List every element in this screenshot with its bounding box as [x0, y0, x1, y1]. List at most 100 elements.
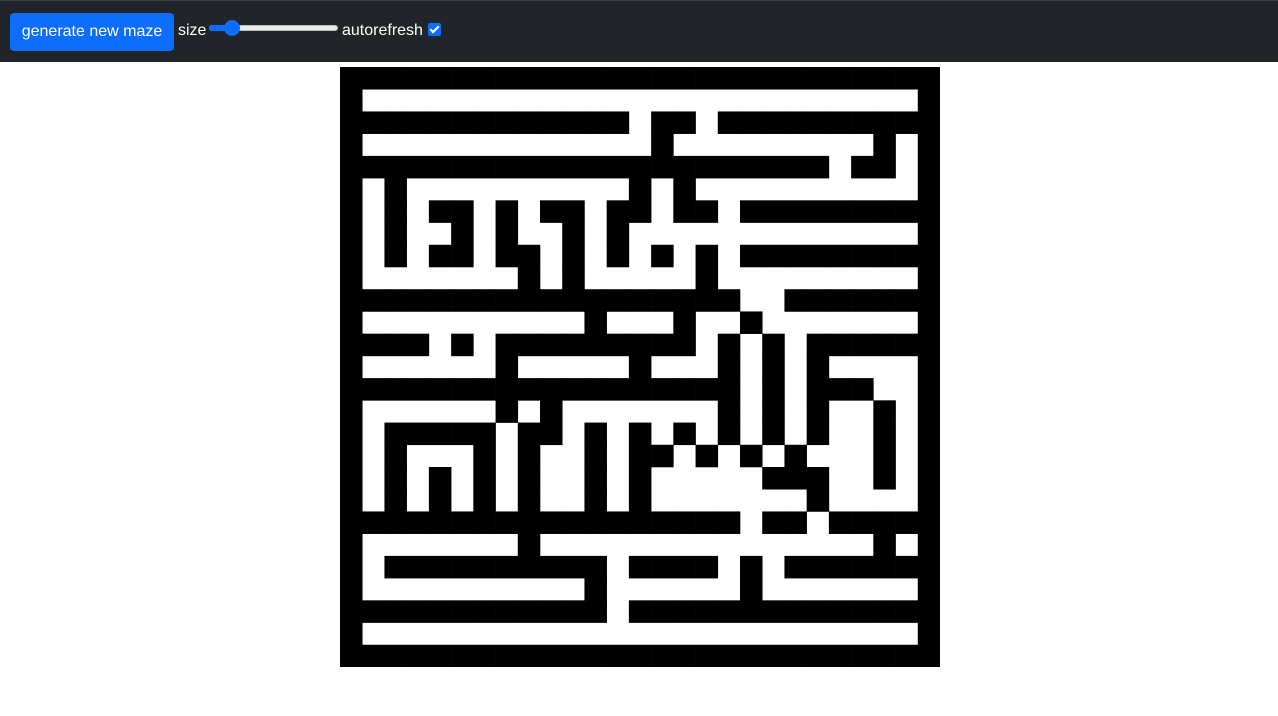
maze-wall-cell: [695, 244, 719, 268]
maze-wall-cell: [606, 289, 630, 312]
maze-wall-cell: [917, 311, 940, 334]
maze-wall-cell: [917, 355, 940, 379]
maze-wall-cell: [406, 67, 430, 90]
maze-wall-cell: [717, 67, 741, 90]
autorefresh-checkbox[interactable]: [428, 23, 441, 36]
maze-wall-cell: [762, 422, 785, 446]
maze-wall-cell: [473, 511, 496, 534]
maze-wall-cell: [517, 511, 541, 534]
maze-wall-cell: [762, 333, 785, 357]
maze-wall-cell: [762, 600, 785, 623]
maze-wall-cell: [384, 111, 407, 134]
maze-wall-cell: [917, 133, 940, 157]
maze-wall-cell: [895, 200, 919, 223]
maze-wall-cell: [628, 355, 652, 379]
maze-wall-cell: [828, 600, 852, 623]
maze-wall-cell: [340, 111, 363, 134]
maze-wall-cell: [873, 133, 896, 157]
maze-wall-cell: [628, 555, 652, 579]
maze-wall-cell: [495, 200, 519, 223]
maze-wall-cell: [740, 111, 763, 134]
maze-wall-cell: [651, 644, 674, 667]
maze-wall-cell: [651, 378, 674, 401]
maze-wall-cell: [495, 355, 519, 379]
maze-wall-cell: [651, 155, 674, 179]
maze-wall-cell: [406, 600, 430, 623]
maze-wall-cell: [584, 333, 607, 357]
maze-wall-cell: [784, 111, 807, 134]
maze-wall-cell: [917, 333, 940, 357]
maze-wall-cell: [562, 155, 585, 179]
maze-wall-cell: [917, 578, 940, 601]
maze-wall-cell: [606, 222, 630, 246]
maze-wall-cell: [384, 289, 407, 312]
maze-wall-cell: [828, 67, 852, 90]
maze-wall-cell: [384, 644, 407, 667]
maze-wall-cell: [428, 67, 452, 90]
size-slider[interactable]: [209, 19, 338, 37]
maze-wall-cell: [917, 378, 940, 401]
maze-wall-cell: [695, 555, 719, 579]
maze-wall-cell: [384, 444, 407, 468]
maze-wall-cell: [562, 244, 585, 268]
maze-wall-cell: [428, 422, 452, 446]
maze-wall-cell: [784, 555, 807, 579]
maze-wall-cell: [784, 511, 807, 534]
maze-wall-cell: [917, 267, 940, 290]
maze-wall-cell: [851, 244, 874, 268]
maze-wall-cell: [695, 600, 719, 623]
maze-wall-cell: [895, 555, 919, 579]
maze-wall-cell: [740, 444, 763, 468]
maze-wall-cell: [873, 111, 896, 134]
maze-wall-cell: [428, 289, 452, 312]
maze-wall-cell: [851, 155, 874, 179]
maze-wall-cell: [717, 400, 741, 423]
maze-wall-cell: [517, 467, 541, 490]
maze-wall-cell: [717, 355, 741, 379]
maze-wall-cell: [762, 511, 785, 534]
maze-wall-cell: [451, 67, 474, 90]
maze-wall-cell: [584, 511, 607, 534]
maze-wall-cell: [806, 155, 830, 179]
maze-wall-cell: [540, 333, 563, 357]
maze-wall-cell: [606, 111, 630, 134]
maze-wall-cell: [628, 155, 652, 179]
maze-wall-cell: [784, 244, 807, 268]
maze-wall-cell: [406, 111, 430, 134]
maze-wall-cell: [828, 644, 852, 667]
maze-wall-cell: [917, 111, 940, 134]
maze-wall-cell: [406, 155, 430, 179]
maze-wall-cell: [651, 511, 674, 534]
maze-wall-cell: [384, 222, 407, 246]
maze-wall-cell: [873, 67, 896, 90]
generate-new-maze-button[interactable]: generate new maze: [10, 13, 174, 51]
maze-wall-cell: [895, 644, 919, 667]
maze-wall-cell: [540, 378, 563, 401]
maze-wall-cell: [917, 400, 940, 423]
maze-wall-cell: [806, 467, 830, 490]
maze-wall-cell: [740, 555, 763, 579]
maze-wall-cell: [428, 644, 452, 667]
maze-wall-cell: [651, 600, 674, 623]
maze-wall-cell: [406, 333, 430, 357]
maze-wall-cell: [540, 511, 563, 534]
maze-wall-cell: [451, 511, 474, 534]
maze-wall-cell: [406, 644, 430, 667]
maze-wall-cell: [606, 155, 630, 179]
maze-wall-cell: [517, 644, 541, 667]
maze-wall-cell: [584, 422, 607, 446]
maze-wall-cell: [673, 644, 696, 667]
maze-wall-cell: [717, 333, 741, 357]
maze-wall-cell: [628, 289, 652, 312]
maze-wall-cell: [673, 289, 696, 312]
maze-wall-cell: [384, 489, 407, 512]
maze-wall-cell: [340, 600, 363, 623]
size-slider-thumb[interactable]: [223, 20, 240, 36]
maze-wall-cell: [717, 511, 741, 534]
maze-wall-cell: [473, 111, 496, 134]
autorefresh-label: autorefresh: [342, 22, 423, 39]
maze-wall-cell: [384, 200, 407, 223]
maze-wall-cell: [473, 555, 496, 579]
maze-wall-cell: [873, 289, 896, 312]
maze-wall-cell: [406, 289, 430, 312]
